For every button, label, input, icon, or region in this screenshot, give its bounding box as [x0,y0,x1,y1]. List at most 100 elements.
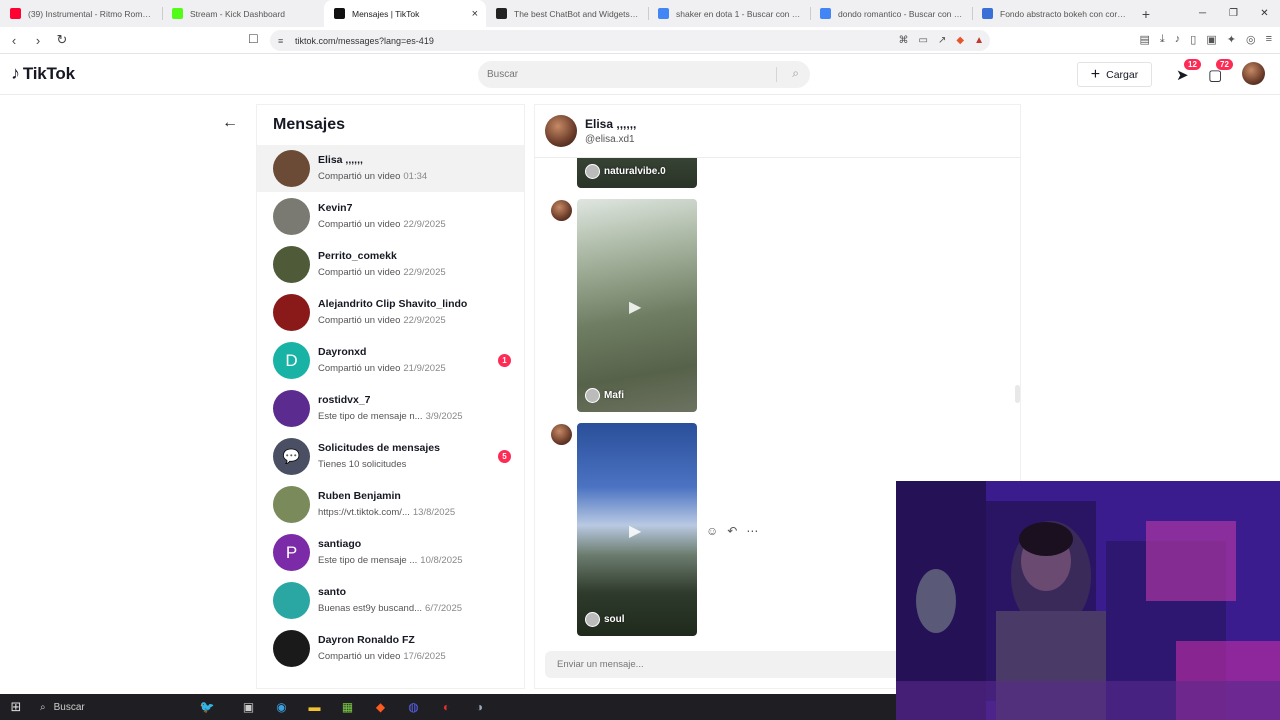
new-tab-icon[interactable]: + [1134,0,1158,27]
conversation-item[interactable]: D Dayronxd Compartió un video 21/9/2025 1 [257,337,524,384]
sidebar-icon[interactable]: ▯ [1190,33,1196,46]
unread-badge: 5 [498,450,511,463]
file-explorer-icon[interactable]: ▬ [298,694,331,720]
play-icon[interactable]: ▶ [629,297,641,317]
minimize-icon[interactable]: ─ [1187,0,1218,27]
download-icon[interactable]: ⤓ [1160,33,1165,46]
conversation-name: Elisa ,,,,,, [318,154,363,166]
chat-avatar[interactable] [545,115,577,147]
vpn-icon[interactable]: ◎ [1246,33,1256,46]
task-view-icon[interactable]: ▣ [232,694,265,720]
reload-icon[interactable]: ↻ [52,30,72,50]
store-icon[interactable]: ▦ [331,694,364,720]
browser-tab[interactable]: Stream - Kick Dashboard [162,0,324,27]
video-author: soul [585,612,625,627]
tab-favicon-icon [172,8,183,19]
steam-icon[interactable]: ◑ [463,694,496,720]
windows-start-icon[interactable]: ⊞ [0,699,32,715]
share-icon[interactable]: ↗ [938,35,946,46]
conversation-date: 10/8/2025 [420,555,463,566]
conversation-item[interactable]: Dayron Ronaldo FZ Compartió un video 17/6/… [257,625,524,672]
back-nav-icon[interactable]: ‹ [4,30,24,50]
bookmark-icon[interactable]: ☐ [248,32,259,46]
url-field[interactable]: ≡ tiktok.com/messages?lang=es-419 ⌘ ▭ ↗ … [270,30,990,51]
conversation-item[interactable]: Kevin7 Compartió un video 22/9/2025 [257,193,524,240]
music-icon[interactable]: ♪ [1175,33,1181,46]
toolbar-icons: ▤ ⤓ ♪ ▯ ▣ ✦ ◎ ≡ [1140,33,1273,46]
browser-tab[interactable]: (39) Instrumental - Ritmo Romantico [0,0,162,27]
conversation-item[interactable]: Ruben Benjamin https://vt.tiktok.com/... 1… [257,481,524,528]
archive-icon[interactable]: ▤ [1140,33,1150,46]
site-info-icon[interactable]: ≡ [278,36,283,46]
more-options-icon[interactable]: ⋯ [746,524,758,538]
taskbar-search-icon: ⌕ [40,701,46,713]
conversation-avatar [273,630,310,667]
browser-tab[interactable]: shaker en dota 1 - Buscar con Googl [648,0,810,27]
menu-icon[interactable]: ≡ [1266,33,1272,46]
conversation-item[interactable]: rostidvx_7 Este tipo de mensaje n... 3/9/2… [257,385,524,432]
conversation-date: 17/6/2025 [403,651,446,662]
chat-bubble-icon: 💬 [282,448,301,464]
back-arrow-icon[interactable]: ← [222,114,238,132]
discord-icon[interactable]: ◍ [397,694,430,720]
search-input[interactable]: Buscar ⌕ [478,61,810,88]
conversation-preview: Este tipo de mensaje n... 3/9/2025 [318,411,463,422]
edge-icon[interactable]: ◉ [265,694,298,720]
conversation-avatar [273,246,310,283]
shared-video-card[interactable]: ▶ Mafi [577,199,697,412]
rewards-icon[interactable]: ▲ [974,35,984,46]
conversation-avatar [273,486,310,523]
tab-title: shaker en dota 1 - Buscar con Googl [676,8,802,19]
forward-nav-icon[interactable]: › [28,30,48,50]
cast-icon[interactable]: ▭ [919,35,928,46]
chat-name[interactable]: Elisa ,,,,,, [585,117,636,131]
browser-tab-bar: (39) Instrumental - Ritmo Romantico Strea… [0,0,1280,27]
close-window-icon[interactable]: ✕ [1249,0,1280,27]
profile-avatar[interactable] [1242,62,1265,85]
obs-icon[interactable]: ◐ [430,694,463,720]
conversation-item[interactable]: Psantiago Este tipo de mensaje ... 10/8/20… [257,529,524,576]
tab-title: Mensajes | TikTok [352,8,420,19]
messages-badge: 72 [1215,58,1234,71]
wallet-icon[interactable]: ▣ [1206,33,1216,46]
close-tab-icon[interactable]: × [472,8,478,20]
conversation-item[interactable]: 💬 Solicitudes de mensajes Tienes 10 solici… [257,433,524,480]
conversation-date: 3/9/2025 [425,411,463,422]
tab-title: dondo romantico - Buscar con Goog [838,8,964,19]
restore-icon[interactable]: ❐ [1218,0,1249,27]
video-author: naturalvibe.0 [585,164,666,179]
widget-icon[interactable]: 🐦 [182,694,232,720]
sender-avatar[interactable] [551,424,572,445]
sender-avatar[interactable] [551,200,572,221]
tab-favicon-icon [982,8,993,19]
reply-icon[interactable]: ↶ [727,524,737,538]
conversation-preview: Compartió un video 22/9/2025 [318,267,446,278]
taskbar-search[interactable]: ⌕ Buscar [32,694,182,720]
play-icon[interactable]: ▶ [629,521,641,541]
shield-icon[interactable]: ◆ [956,35,964,46]
tiktok-note-icon: ♪ [11,63,20,83]
browser-tab[interactable]: Mensajes | TikTok × [324,0,486,27]
emoji-react-icon[interactable]: ☺ [706,524,718,538]
tiktok-logo[interactable]: ♪ TikTok [11,63,75,84]
browser-tab[interactable]: The best ChatBot and Widgets for K [486,0,648,27]
chat-scrollbar[interactable] [1015,385,1020,403]
plus-icon: + [1090,65,1101,83]
browser-tab[interactable]: dondo romantico - Buscar con Goog [810,0,972,27]
ai-icon[interactable]: ✦ [1227,33,1236,46]
conversation-item[interactable]: santo Buenas est9y buscand... 6/7/2025 [257,577,524,624]
conversation-item[interactable]: Perrito_comekk Compartió un video 22/9/202… [257,241,524,288]
chat-handle[interactable]: @elisa.xd1 [585,134,635,145]
upload-button[interactable]: + Cargar [1077,62,1152,87]
shared-video-card[interactable]: ▶ soul [577,423,697,636]
conversation-name: Solicitudes de mensajes [318,442,440,454]
message-actions: ☺ ↶ ⋯ [706,524,758,538]
tab-title: The best ChatBot and Widgets for K [514,8,640,19]
conversation-item[interactable]: Elisa ,,,,,, Compartió un video 01:34 [257,145,524,192]
browser-tab[interactable]: Fondo abstracto bokeh con corazon [972,0,1134,27]
conversation-item[interactable]: Alejandrito Clip Shavito_lindo Compartió … [257,289,524,336]
search-icon[interactable]: ⌕ [792,66,799,81]
translate-icon[interactable]: ⌘ [899,35,909,46]
tab-title: (39) Instrumental - Ritmo Romantico [28,8,154,19]
brave-icon[interactable]: ◆ [364,694,397,720]
